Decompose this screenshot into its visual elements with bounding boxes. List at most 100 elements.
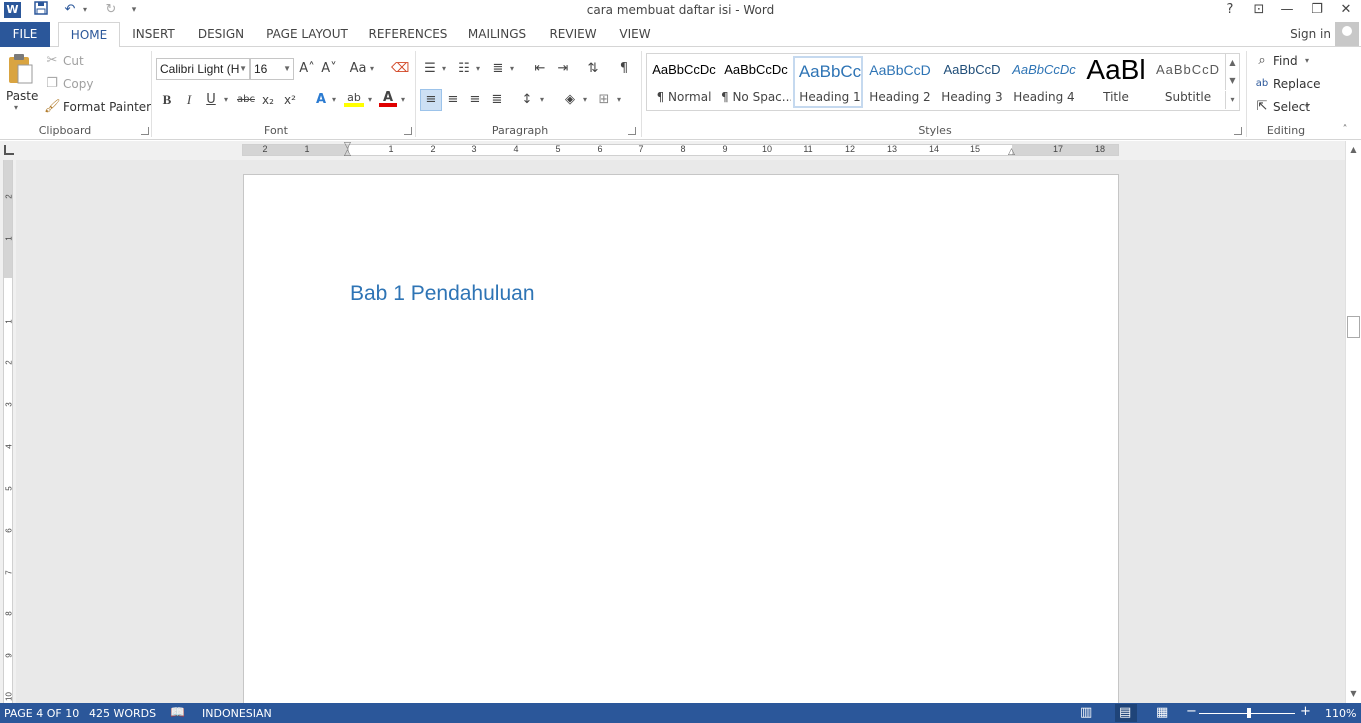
find-dropdown-icon[interactable]: ▾ (1302, 52, 1312, 70)
clear-formatting-icon[interactable]: ⌫ (391, 60, 409, 78)
tab-insert[interactable]: INSERT (126, 22, 181, 47)
subscript-button[interactable]: x₂ (259, 91, 277, 109)
word-count[interactable]: 425 WORDS (89, 707, 156, 720)
paste-dropdown-icon[interactable]: ▾ (14, 103, 18, 112)
close-icon[interactable]: ✕ (1331, 0, 1361, 20)
tab-design[interactable]: DESIGN (192, 22, 250, 47)
tab-references[interactable]: REFERENCES (366, 22, 450, 47)
language-indicator[interactable]: INDONESIAN (202, 707, 272, 720)
underline-dropdown-icon[interactable]: ▾ (222, 91, 230, 109)
font-color-icon[interactable]: A (379, 89, 397, 107)
style-heading-1[interactable]: AaBbCc Heading 1 (793, 56, 863, 108)
numbering-icon[interactable]: ☷ (455, 60, 473, 78)
scroll-down-icon[interactable]: ▼ (1346, 687, 1361, 701)
style-title[interactable]: AaBl Title (1081, 56, 1151, 108)
vertical-ruler[interactable]: 2 1 1 2 3 4 5 6 7 8 9 10 (0, 160, 16, 703)
change-case-icon[interactable]: Aa (348, 60, 368, 78)
clipboard-launcher-icon[interactable] (141, 127, 149, 135)
multilevel-dropdown-icon[interactable]: ▾ (508, 60, 516, 78)
copy-button[interactable]: Copy (63, 77, 93, 91)
zoom-out-button[interactable]: − (1186, 704, 1197, 719)
bullets-dropdown-icon[interactable]: ▾ (440, 60, 448, 78)
print-layout-icon[interactable]: ▤ (1119, 705, 1131, 720)
gallery-more-icon[interactable]: ▾ (1225, 91, 1239, 109)
minimize-icon[interactable]: — (1272, 0, 1302, 20)
tab-home[interactable]: HOME (58, 22, 120, 48)
tab-mailings[interactable]: MAILINGS (462, 22, 532, 47)
justify-icon[interactable]: ≣ (488, 91, 506, 109)
web-layout-icon[interactable]: ▦ (1156, 705, 1168, 720)
text-effects-dropdown-icon[interactable]: ▾ (330, 91, 338, 109)
proofing-icon[interactable]: 📖 (170, 705, 185, 719)
ribbon-display-options-icon[interactable]: ⊡ (1244, 0, 1274, 20)
horizontal-ruler[interactable]: 2 1 1 2 3 4 5 6 7 8 9 10 11 12 13 14 15 … (242, 142, 1119, 158)
line-spacing-dropdown-icon[interactable]: ▾ (538, 91, 546, 109)
shading-dropdown-icon[interactable]: ▾ (581, 91, 589, 109)
zoom-slider-thumb[interactable] (1247, 708, 1251, 718)
sort-icon[interactable]: ⇅ (584, 60, 602, 78)
show-hide-marks-icon[interactable]: ¶ (615, 60, 633, 78)
style-heading-4[interactable]: AaBbCcDc Heading 4 (1009, 56, 1079, 108)
find-button[interactable]: Find (1273, 54, 1298, 68)
scroll-up-icon[interactable]: ▲ (1346, 143, 1361, 157)
multilevel-list-icon[interactable]: ≣ (489, 60, 507, 78)
paragraph-launcher-icon[interactable] (628, 127, 636, 135)
document-page[interactable]: Bab 1 Pendahuluan (243, 174, 1119, 714)
tab-file[interactable]: FILE (0, 22, 50, 47)
tab-review[interactable]: REVIEW (545, 22, 601, 47)
shading-icon[interactable]: ◈ (561, 91, 579, 109)
paste-icon[interactable] (6, 53, 34, 87)
style-no-spacing[interactable]: AaBbCcDc ¶ No Spac... (721, 56, 791, 108)
font-name-combo[interactable]: Calibri Light (H ▼ (156, 58, 250, 80)
decrease-indent-icon[interactable]: ⇤ (531, 60, 549, 78)
zoom-in-button[interactable]: + (1300, 704, 1311, 719)
align-left-icon[interactable]: ≡ (420, 89, 442, 111)
right-indent-marker[interactable]: △ (1008, 148, 1015, 157)
cut-button[interactable]: Cut (63, 54, 84, 68)
change-case-dropdown-icon[interactable]: ▾ (368, 60, 376, 78)
select-dropdown-icon[interactable]: ▾ (1302, 98, 1312, 116)
borders-icon[interactable]: ⊞ (595, 91, 613, 109)
line-spacing-icon[interactable]: ↕ (518, 91, 536, 109)
paste-button[interactable]: Paste (6, 89, 38, 103)
gallery-down-icon[interactable]: ▼ (1225, 72, 1239, 90)
style-heading-2[interactable]: AaBbCcD Heading 2 (865, 56, 935, 108)
highlight-dropdown-icon[interactable]: ▾ (366, 91, 374, 109)
tab-selector-icon[interactable] (4, 145, 14, 155)
chevron-down-icon[interactable]: ▼ (239, 59, 247, 79)
tab-page-layout[interactable]: PAGE LAYOUT (262, 22, 352, 47)
style-normal[interactable]: AaBbCcDc ¶ Normal (649, 56, 719, 108)
font-launcher-icon[interactable] (404, 127, 412, 135)
superscript-button[interactable]: x² (281, 91, 299, 109)
strikethrough-button[interactable]: abc (235, 91, 257, 109)
avatar[interactable] (1335, 22, 1359, 46)
text-effects-icon[interactable]: A (312, 91, 330, 109)
document-heading[interactable]: Bab 1 Pendahuluan (350, 282, 535, 306)
styles-launcher-icon[interactable] (1234, 127, 1242, 135)
numbering-dropdown-icon[interactable]: ▾ (474, 60, 482, 78)
underline-button[interactable]: U (203, 91, 219, 109)
tab-view[interactable]: VIEW (613, 22, 657, 47)
restore-icon[interactable]: ❐ (1302, 0, 1332, 20)
font-size-combo[interactable]: 16 ▼ (250, 58, 294, 80)
gallery-up-icon[interactable]: ▲ (1225, 54, 1239, 72)
help-icon[interactable]: ? (1215, 0, 1245, 20)
page-count[interactable]: PAGE 4 OF 10 (4, 707, 79, 720)
replace-button[interactable]: Replace (1273, 77, 1320, 91)
borders-dropdown-icon[interactable]: ▾ (615, 91, 623, 109)
chevron-down-icon[interactable]: ▼ (283, 59, 291, 79)
italic-button[interactable]: I (181, 91, 197, 109)
font-color-dropdown-icon[interactable]: ▾ (399, 91, 407, 109)
align-center-icon[interactable]: ≡ (444, 91, 462, 109)
collapse-ribbon-icon[interactable]: ˄ (1338, 121, 1352, 139)
scroll-thumb[interactable] (1347, 316, 1360, 338)
style-heading-3[interactable]: AaBbCcD Heading 3 (937, 56, 1007, 108)
style-subtitle[interactable]: AaBbCcD Subtitle (1153, 56, 1223, 108)
zoom-level[interactable]: 110% (1325, 707, 1356, 720)
align-right-icon[interactable]: ≡ (466, 91, 484, 109)
vertical-scrollbar[interactable]: ▲ ▼ (1345, 141, 1361, 703)
format-painter-button[interactable]: Format Painter (63, 100, 151, 114)
sign-in-link[interactable]: Sign in (1290, 27, 1331, 41)
increase-indent-icon[interactable]: ⇥ (554, 60, 572, 78)
hanging-indent-marker[interactable]: △ (344, 149, 351, 158)
